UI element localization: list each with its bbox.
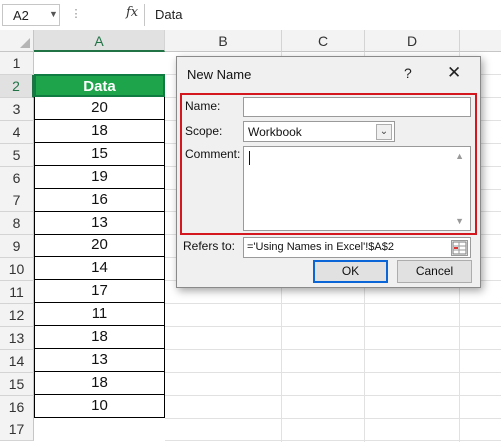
row-header[interactable]: 5 <box>0 143 34 167</box>
data-cell[interactable]: 19 <box>34 165 165 189</box>
data-cell[interactable]: 18 <box>34 326 165 349</box>
row-header[interactable]: 12 <box>0 303 34 327</box>
column-header-d[interactable]: D <box>365 30 460 52</box>
data-cell[interactable]: 15 <box>34 142 165 166</box>
text-cursor <box>249 151 250 165</box>
cell-a2-header[interactable]: Data <box>34 74 165 97</box>
name-box[interactable]: A2 ▼ <box>2 4 60 26</box>
row-header[interactable]: 2 <box>0 74 34 98</box>
gridline <box>165 417 501 419</box>
column-header-a[interactable]: A <box>34 30 165 52</box>
formula-value: Data <box>155 7 183 22</box>
select-all-icon <box>20 38 30 48</box>
dialog-title: New Name <box>187 67 252 82</box>
refers-to-value: ='Using Names in Excel'!$A$2 <box>247 241 394 253</box>
gridline <box>165 440 501 442</box>
range-select-icon[interactable] <box>451 240 468 256</box>
ok-button[interactable]: OK <box>313 260 388 283</box>
row-header[interactable]: 13 <box>0 326 34 350</box>
new-name-dialog: New Name ? ✕ Name: Scope: Workbook ⌄ Com… <box>176 56 481 288</box>
refers-to-label: Refers to: <box>183 239 236 253</box>
scroll-up-icon[interactable]: ▲ <box>455 151 464 161</box>
row-header[interactable]: 7 <box>0 189 34 213</box>
scope-label: Scope: <box>185 124 223 138</box>
gridline <box>165 325 501 327</box>
row-header[interactable]: 9 <box>0 235 34 259</box>
row-header[interactable]: 4 <box>0 120 34 144</box>
name-label: Name: <box>185 99 221 113</box>
refers-to-input[interactable]: ='Using Names in Excel'!$A$2 <box>243 237 471 258</box>
name-box-value: A2 <box>13 8 29 23</box>
row-header[interactable]: 15 <box>0 372 34 396</box>
data-cell[interactable]: 13 <box>34 211 165 235</box>
row-header[interactable]: 3 <box>0 97 34 121</box>
formula-controls: ⋮ fx <box>66 4 145 26</box>
cancel-button[interactable]: Cancel <box>397 260 472 283</box>
column-header-b[interactable]: B <box>165 30 282 52</box>
column-header-c[interactable]: C <box>282 30 365 52</box>
data-cell[interactable]: 13 <box>34 348 165 372</box>
row-header[interactable]: 6 <box>0 166 34 190</box>
dropdown-arrow-icon[interactable]: ▼ <box>49 9 58 19</box>
row-header[interactable]: 10 <box>0 258 34 282</box>
column-header-e[interactable] <box>460 30 501 52</box>
formula-bar: A2 ▼ ⋮ fx Data <box>0 0 501 31</box>
row-header[interactable]: 14 <box>0 349 34 373</box>
comment-label: Comment: <box>185 147 241 161</box>
gridline <box>165 394 501 396</box>
close-icon[interactable]: ✕ <box>447 63 461 83</box>
name-input[interactable] <box>243 97 471 117</box>
comment-textarea[interactable]: ▲ ▼ <box>243 146 471 231</box>
row-header[interactable]: 1 <box>0 52 34 75</box>
row-header[interactable]: 8 <box>0 212 34 236</box>
gridline <box>165 348 501 350</box>
scroll-down-icon[interactable]: ▼ <box>455 216 464 226</box>
row-header[interactable]: 17 <box>0 418 34 442</box>
data-cell[interactable]: 20 <box>34 97 165 120</box>
formula-input[interactable]: Data <box>145 4 499 26</box>
row-header[interactable]: 11 <box>0 281 34 304</box>
data-cell[interactable]: 11 <box>34 303 165 327</box>
scope-select[interactable]: Workbook ⌄ <box>243 121 395 142</box>
select-all-corner[interactable] <box>0 30 34 52</box>
gridline <box>165 303 501 304</box>
gridline <box>165 371 501 373</box>
data-cell[interactable]: 16 <box>34 188 165 212</box>
insert-function-icon[interactable]: fx <box>126 5 138 20</box>
scope-value: Workbook <box>248 125 302 139</box>
handle-icon[interactable]: ⋮ <box>66 7 86 23</box>
data-cell[interactable]: 18 <box>34 371 165 395</box>
row-header[interactable]: 16 <box>0 395 34 419</box>
data-cell[interactable]: 18 <box>34 119 165 143</box>
data-cell[interactable]: 10 <box>34 394 165 418</box>
chevron-down-icon[interactable]: ⌄ <box>376 124 392 140</box>
help-icon[interactable]: ? <box>404 65 412 81</box>
data-cell[interactable]: 20 <box>34 234 165 258</box>
data-cell[interactable]: 17 <box>34 280 165 304</box>
data-cell[interactable]: 14 <box>34 257 165 281</box>
